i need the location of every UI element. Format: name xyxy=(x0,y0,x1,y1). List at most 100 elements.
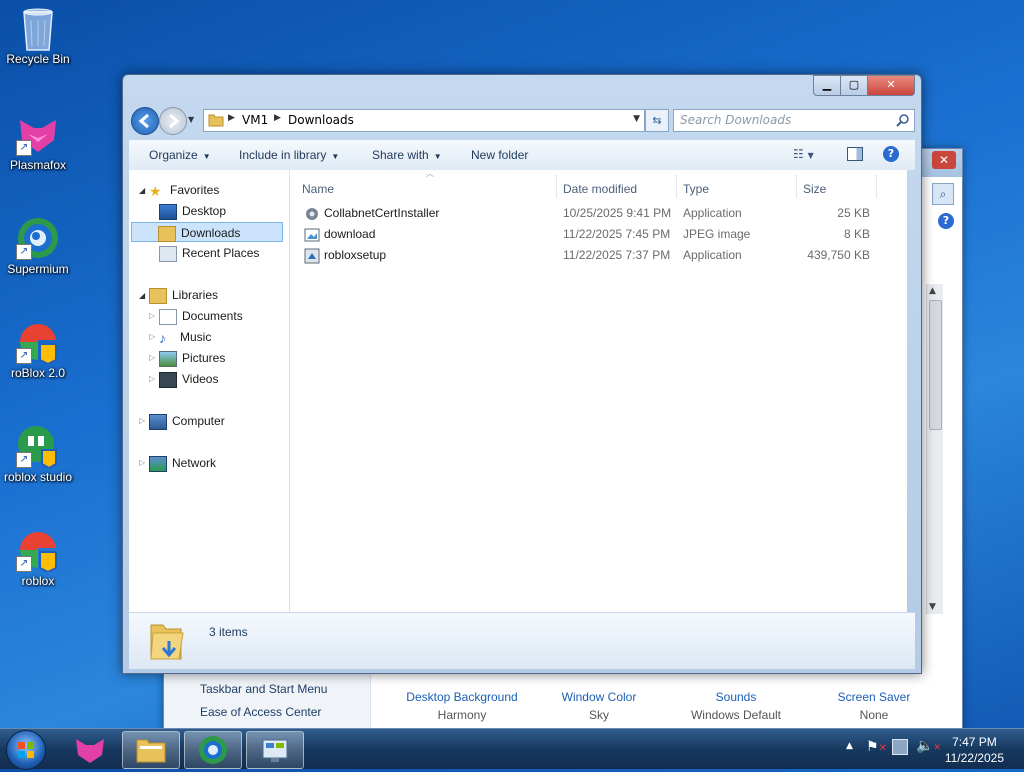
background-search-icon[interactable]: ⌕ xyxy=(932,183,954,205)
nav-music[interactable]: ♪ Music xyxy=(159,327,211,347)
preview-pane-icon[interactable] xyxy=(847,147,863,161)
nav-pictures[interactable]: Pictures xyxy=(159,348,225,368)
item-count: 3 items xyxy=(209,625,248,639)
search-box[interactable]: Search Downloads xyxy=(673,109,915,132)
table-row[interactable]: download 11/22/2025 7:45 PM JPEG image 8… xyxy=(290,225,890,245)
item-title: Desktop Background xyxy=(406,690,518,704)
organize-button[interactable]: Organize ▼ xyxy=(149,148,211,162)
nav-recent-places[interactable]: Recent Places xyxy=(159,243,259,263)
maximize-button[interactable]: ▢ xyxy=(840,75,868,96)
background-vertical-scrollbar[interactable]: ▲ ▼ xyxy=(926,284,943,614)
collapsed-arrow-icon[interactable]: ▷ xyxy=(149,311,155,320)
file-list[interactable]: ︿ Name Date modified Type Size Collabnet… xyxy=(290,169,907,612)
desktop-icon-supermium[interactable]: ↗ Supermium xyxy=(0,216,76,276)
nav-label: Documents xyxy=(182,309,243,323)
breadcrumb-vm1[interactable]: VM1 xyxy=(242,113,268,127)
include-in-library-button[interactable]: Include in library ▼ xyxy=(239,148,339,162)
link-ease-of-access[interactable]: Ease of Access Center xyxy=(200,705,321,719)
search-icon[interactable] xyxy=(896,113,910,127)
system-clock[interactable]: 7:47 PM 11/22/2025 xyxy=(945,734,1004,766)
desktop-icon-label: Plasmafox xyxy=(9,158,67,172)
expand-arrow-icon[interactable]: ◢ xyxy=(139,291,145,300)
back-button[interactable] xyxy=(131,107,159,135)
collapsed-arrow-icon[interactable]: ▷ xyxy=(139,458,145,467)
column-separator[interactable] xyxy=(796,174,797,198)
scroll-down-icon[interactable]: ▼ xyxy=(929,602,936,612)
column-header-type[interactable]: Type xyxy=(683,182,709,196)
nav-desktop[interactable]: Desktop xyxy=(159,201,226,221)
table-row[interactable]: CollabnetCertInstaller 10/25/2025 9:41 P… xyxy=(290,204,890,224)
plasmafox-icon xyxy=(76,739,104,763)
nav-libraries[interactable]: Libraries xyxy=(149,285,218,305)
table-row[interactable]: robloxsetup 11/22/2025 7:37 PM Applicati… xyxy=(290,246,890,266)
network-tray-icon[interactable] xyxy=(892,739,908,755)
breadcrumb-downloads[interactable]: Downloads xyxy=(288,113,354,127)
scroll-thumb[interactable] xyxy=(929,300,942,430)
column-header-name[interactable]: Name xyxy=(302,182,334,196)
star-icon: ★ xyxy=(149,182,162,199)
item-desktop-background[interactable]: Desktop Background Harmony xyxy=(397,690,527,722)
column-separator[interactable] xyxy=(676,174,677,198)
taskbar-supermium[interactable] xyxy=(184,731,242,769)
nav-label: Pictures xyxy=(182,351,226,365)
item-subtitle: None xyxy=(859,708,889,722)
nav-label: Desktop xyxy=(182,204,227,218)
desktop-icon-roblox-2[interactable]: ↗ roBlox 2.0 xyxy=(0,320,76,380)
collapsed-arrow-icon[interactable]: ▷ xyxy=(149,374,155,383)
view-options-icon[interactable]: ☷ ▼ xyxy=(793,147,814,161)
column-separator[interactable] xyxy=(556,174,557,198)
taskbar-explorer[interactable] xyxy=(122,731,180,769)
share-with-label: Share with xyxy=(372,148,429,162)
refresh-button[interactable]: ⇆ xyxy=(645,109,669,132)
taskbar-plasmafox[interactable] xyxy=(62,731,118,767)
item-subtitle: Sky xyxy=(588,708,609,722)
shortcut-arrow-icon: ↗ xyxy=(16,244,32,260)
search-input[interactable]: Search Downloads xyxy=(680,113,791,127)
scroll-up-icon[interactable]: ▲ xyxy=(929,286,936,296)
close-icon[interactable]: ✕ xyxy=(932,151,956,169)
volume-muted-icon[interactable]: 🔈✕ xyxy=(916,738,941,754)
address-dropdown-icon[interactable]: ▼ xyxy=(633,114,640,124)
desktop-icon-plasmafox[interactable]: ↗ Plasmafox xyxy=(0,112,76,172)
item-window-color[interactable]: Window Color Sky xyxy=(534,690,664,722)
item-screen-saver[interactable]: Screen Saver None xyxy=(809,690,939,722)
nav-videos[interactable]: Videos xyxy=(159,369,218,389)
collapsed-arrow-icon[interactable]: ▷ xyxy=(139,416,145,425)
desktop-icon-label: Recycle Bin xyxy=(6,52,70,66)
nav-downloads[interactable]: Downloads xyxy=(131,222,283,242)
minimize-button[interactable]: ▁ xyxy=(813,75,841,96)
taskbar-control-panel[interactable] xyxy=(246,731,304,769)
desktop-icon-roblox[interactable]: ↗ roblox xyxy=(0,528,76,588)
new-folder-button[interactable]: New folder xyxy=(471,148,528,162)
desktop-icon-label: roblox studio xyxy=(3,470,73,484)
file-name: download xyxy=(324,227,376,241)
shortcut-arrow-icon: ↗ xyxy=(16,452,32,468)
desktop-icon-label: Supermium xyxy=(7,262,69,276)
action-center-flag-icon[interactable]: ⚑✕ xyxy=(866,739,887,755)
column-header-size[interactable]: Size xyxy=(803,182,826,196)
expand-arrow-icon[interactable]: ◢ xyxy=(139,186,145,195)
forward-button[interactable] xyxy=(159,107,187,135)
nav-computer[interactable]: Computer xyxy=(149,411,225,431)
collapsed-arrow-icon[interactable]: ▷ xyxy=(149,353,155,362)
column-separator[interactable] xyxy=(876,174,877,198)
collapsed-arrow-icon[interactable]: ▷ xyxy=(149,332,155,341)
desktop-icon-recycle-bin[interactable]: Recycle Bin xyxy=(0,6,76,66)
column-header-date-modified[interactable]: Date modified xyxy=(563,182,637,196)
nav-network[interactable]: Network xyxy=(149,453,216,473)
desktop-icon-roblox-studio[interactable]: ↗ roblox studio xyxy=(0,424,76,484)
nav-documents[interactable]: Documents xyxy=(159,306,243,326)
address-bar[interactable]: ▶ VM1 ▶ Downloads ▼ xyxy=(203,109,645,132)
background-help-icon[interactable]: ? xyxy=(938,213,954,229)
show-hidden-icons-button[interactable]: ▲ xyxy=(846,741,853,751)
share-with-button[interactable]: Share with ▼ xyxy=(372,148,442,162)
item-sounds[interactable]: Sounds Windows Default xyxy=(671,690,801,722)
help-icon[interactable]: ? xyxy=(883,146,899,162)
chevron-down-icon: ▼ xyxy=(433,152,442,161)
link-taskbar-start-menu[interactable]: Taskbar and Start Menu xyxy=(200,682,327,696)
explorer-window[interactable]: ▁ ▢ ✕ ▼ ▶ VM1 ▶ Downloads ▼ ⇆ Search Dow… xyxy=(122,74,922,674)
nav-favorites[interactable]: ★ Favorites xyxy=(149,180,219,200)
start-button[interactable] xyxy=(6,730,46,770)
recent-pages-dropdown-icon[interactable]: ▼ xyxy=(188,115,194,124)
close-button[interactable]: ✕ xyxy=(867,75,915,96)
